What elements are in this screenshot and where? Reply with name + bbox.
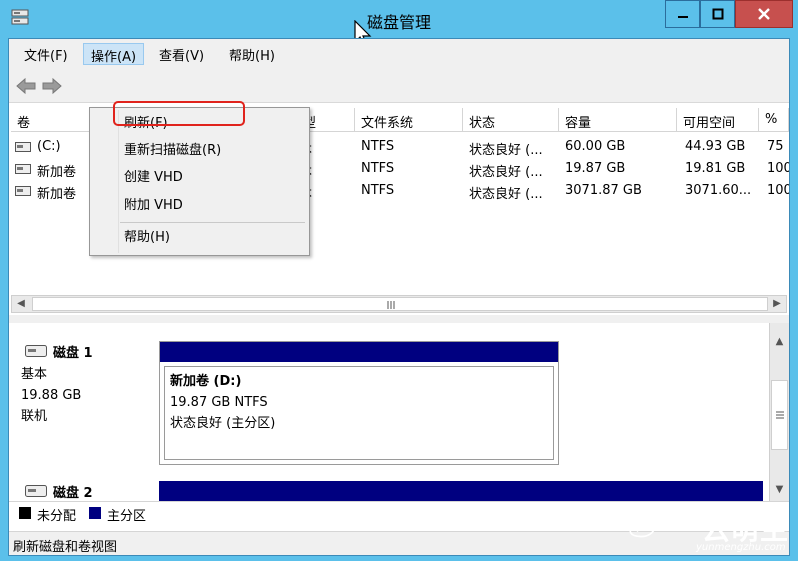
column-header-free-space[interactable]: 可用空间: [677, 108, 759, 132]
disk-1-name: 磁盘 1: [53, 346, 93, 361]
cloud-logo-icon: [629, 519, 656, 538]
menu-rescan-disks[interactable]: 重新扫描磁盘(R): [124, 140, 221, 162]
partition-d[interactable]: 新加卷 (D:) 19.87 GB NTFS 状态良好 (主分区): [159, 341, 559, 465]
menu-action[interactable]: 操作(A): [83, 43, 145, 65]
cell-percent: 75: [767, 139, 784, 154]
legend-primary: 主分区: [107, 509, 147, 524]
menu-separator: [120, 222, 305, 223]
cell-volume: 新加卷: [37, 165, 77, 180]
cell-percent: 100: [767, 183, 789, 198]
action-menu-dropdown: 刷新(F) 重新扫描磁盘(R) 创建 VHD 附加 VHD 帮助(H): [89, 107, 310, 256]
minimize-button[interactable]: [665, 0, 700, 28]
horizontal-scrollbar[interactable]: ◀ ▶: [11, 295, 787, 313]
vertical-scrollbar[interactable]: ▲ ▼: [769, 323, 789, 511]
menu-help[interactable]: 帮助(H): [222, 43, 282, 65]
cell-capacity: 60.00 GB: [565, 139, 626, 154]
disk-icon: [25, 485, 47, 497]
drive-icon: [15, 186, 31, 196]
cell-filesystem: NTFS: [361, 183, 395, 198]
cell-free-space: 19.81 GB: [685, 161, 746, 176]
status-text: 刷新磁盘和卷视图: [13, 540, 118, 555]
disk-1-size: 19.88 GB: [21, 388, 82, 403]
cell-capacity: 3071.87 GB: [565, 183, 642, 198]
partition-status: 状态良好 (主分区): [170, 416, 276, 431]
column-header-status[interactable]: 状态: [463, 108, 559, 132]
cell-capacity: 19.87 GB: [565, 161, 626, 176]
scroll-up-icon[interactable]: ▲: [770, 333, 789, 351]
scroll-left-icon[interactable]: ◀: [12, 296, 30, 312]
watermark-url: yunmengzhu.com: [696, 542, 786, 553]
disk-2-name: 磁盘 2: [53, 486, 93, 501]
cell-percent: 100: [767, 161, 789, 176]
cell-filesystem: NTFS: [361, 161, 395, 176]
maximize-button[interactable]: [700, 0, 735, 28]
title-bar[interactable]: 磁盘管理: [0, 0, 798, 47]
partition-type-bar: [160, 342, 558, 362]
column-header-capacity[interactable]: 容量: [559, 108, 677, 132]
scroll-right-icon[interactable]: ▶: [768, 296, 786, 312]
cell-filesystem: NTFS: [361, 139, 395, 154]
cell-status: 状态良好 (...: [469, 165, 543, 180]
menu-action-help[interactable]: 帮助(H): [124, 227, 170, 249]
disk-graphical-view: 磁盘 1 基本 19.88 GB 联机 新加卷 (D:) 19.87 GB NT…: [9, 323, 769, 511]
drive-icon: [15, 142, 31, 152]
menu-view[interactable]: 查看(V): [152, 43, 211, 65]
disk-icon: [25, 345, 47, 357]
close-icon: [758, 8, 770, 20]
grip-icon: [776, 411, 784, 419]
cell-volume: 新加卷: [37, 187, 77, 202]
disk-1-type: 基本: [21, 367, 48, 382]
legend-unallocated: 未分配: [37, 509, 77, 524]
horizontal-scroll-thumb[interactable]: [32, 297, 768, 311]
drive-icon: [15, 164, 31, 174]
toolbar: [9, 69, 789, 103]
cell-free-space: 3071.60...: [685, 183, 752, 198]
cell-status: 状态良好 (...: [469, 187, 543, 202]
vertical-scroll-thumb[interactable]: [771, 380, 788, 450]
back-arrow-icon[interactable]: [15, 75, 37, 97]
close-button[interactable]: [735, 0, 793, 28]
legend-swatch-primary: [89, 507, 101, 519]
column-header-filesystem[interactable]: 文件系统: [355, 108, 463, 132]
cell-volume: (C:): [37, 139, 61, 154]
maximize-icon: [712, 8, 723, 20]
menu-bar: 文件(F) 操作(A) 查看(V) 帮助(H): [9, 39, 789, 69]
disk-1-state: 联机: [21, 409, 48, 424]
cell-status: 状态良好 (...: [469, 143, 543, 158]
disk-management-window: 磁盘管理 文件(F) 操作(A) 查看(V) 帮助(H) 卷 文件系统 状态 容…: [0, 0, 798, 561]
forward-arrow-icon[interactable]: [41, 75, 63, 97]
scroll-down-icon[interactable]: ▼: [770, 481, 789, 499]
pane-splitter[interactable]: [9, 315, 789, 323]
grip-icon: [387, 301, 395, 309]
cell-free-space: 44.93 GB: [685, 139, 746, 154]
menu-file[interactable]: 文件(F): [17, 43, 75, 65]
column-header-percent[interactable]: %: [759, 108, 789, 132]
legend-swatch-unallocated: [19, 507, 31, 519]
partition-name: 新加卷 (D:): [170, 374, 242, 389]
partition-size-fs: 19.87 GB NTFS: [170, 395, 268, 410]
client-area: 文件(F) 操作(A) 查看(V) 帮助(H) 卷 型 文件系统 状态 容量 可…: [8, 38, 790, 556]
annotation-highlight: [113, 101, 245, 126]
minimize-icon: [677, 16, 688, 18]
menu-create-vhd[interactable]: 创建 VHD: [124, 167, 183, 189]
menu-attach-vhd[interactable]: 附加 VHD: [124, 195, 183, 217]
